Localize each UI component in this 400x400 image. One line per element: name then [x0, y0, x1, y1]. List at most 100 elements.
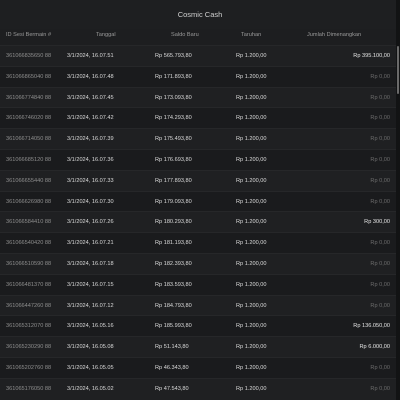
row-id: 361066655440 88: [6, 177, 52, 184]
row-date: 3/1/2024, 16.07.42: [67, 115, 114, 122]
row-balance: Rp 173.093,80: [155, 94, 192, 101]
row-bet: Rp 1.200,00: [236, 385, 267, 392]
row-bet: Rp 1.200,00: [236, 198, 267, 205]
table-row[interactable]: 361066540420 88 3/1/2024, 16.07.21 Rp 181.…: [0, 232, 396, 254]
table-row[interactable]: 361066865040 88 3/1/2024, 16.07.48 Rp 171.…: [0, 65, 396, 88]
row-date: 3/1/2024, 16.07.36: [67, 157, 114, 163]
row-date: 3/1/2024, 16.07.45: [67, 94, 114, 101]
row-date: 3/1/2024, 16.07.21: [67, 240, 114, 247]
row-balance: Rp 171.893,80: [155, 73, 192, 80]
row-date: 3/1/2024, 16.07.18: [67, 261, 114, 267]
table-row[interactable]: 361065202760 88 3/1/2024, 16.05.05 Rp 46.3…: [0, 357, 396, 379]
row-id: 361065312070 88: [6, 323, 52, 330]
row-date: 3/1/2024, 16.07.15: [67, 281, 114, 288]
row-id: 361066714050 88: [6, 136, 52, 143]
row-id: 361066746020 88: [6, 115, 52, 122]
row-balance: Rp 51.143,80: [155, 344, 189, 351]
row-date: 3/1/2024, 16.05.16: [67, 323, 114, 330]
table-row[interactable]: 361066447260 88 3/1/2024, 16.07.12 Rp 184.…: [0, 294, 396, 317]
row-id: 361066865040 88: [6, 73, 52, 80]
row-id: 361066510590 88: [6, 261, 52, 267]
scrollbar-thumb[interactable]: [397, 46, 399, 94]
row-id: 361066540420 88: [6, 240, 52, 247]
row-balance: Rp 565.793,80: [155, 53, 192, 59]
row-win: Rp 0,00: [370, 365, 390, 371]
row-balance: Rp 46.343,80: [155, 365, 189, 371]
row-balance: Rp 47.543,80: [155, 385, 189, 392]
row-balance: Rp 184.793,80: [155, 302, 192, 309]
row-bet: Rp 1.200,00: [236, 281, 267, 288]
row-bet: Rp 1.200,00: [236, 73, 267, 80]
table-row[interactable]: 361066510590 88 3/1/2024, 16.07.18 Rp 182.…: [0, 253, 396, 275]
header-date: Tanggal: [96, 32, 116, 38]
table-row[interactable]: 361065230290 88 3/1/2024, 16.05.08 Rp 51.1…: [0, 336, 396, 358]
row-win: Rp 0,00: [370, 281, 390, 288]
table-row[interactable]: 361066835650 88 3/1/2024, 16.07.51 Rp 565.…: [0, 45, 396, 67]
row-balance: Rp 174.293,80: [155, 115, 192, 122]
row-balance: Rp 175.493,80: [155, 136, 192, 143]
row-id: 361066447260 88: [6, 302, 52, 309]
row-bet: Rp 1.200,00: [236, 115, 267, 122]
row-bet: Rp 1.200,00: [236, 219, 267, 226]
table-row[interactable]: 361066584410 88 3/1/2024, 16.07.26 Rp 180.…: [0, 211, 396, 234]
table-row[interactable]: 361066655440 88 3/1/2024, 16.07.33 Rp 177.…: [0, 169, 396, 192]
row-balance: Rp 182.393,80: [155, 261, 192, 267]
row-win: Rp 0,00: [370, 302, 390, 309]
row-win: Rp 0,00: [370, 115, 390, 122]
table-row[interactable]: 361066714050 88 3/1/2024, 16.07.39 Rp 175.…: [0, 128, 396, 150]
row-id: 361066626980 88: [6, 198, 52, 205]
row-bet: Rp 1.200,00: [236, 177, 267, 184]
row-win: Rp 0,00: [370, 136, 390, 143]
table-row[interactable]: 361066774840 88 3/1/2024, 16.07.45 Rp 173.…: [0, 86, 396, 109]
table-header: ID Sesi Bermain # Tanggal Saldo Baru Tar…: [0, 29, 396, 45]
table-row[interactable]: 361066626980 88 3/1/2024, 16.07.30 Rp 179.…: [0, 190, 396, 213]
table-row[interactable]: 361065176050 88 3/1/2024, 16.05.02 Rp 47.5…: [0, 377, 396, 400]
row-date: 3/1/2024, 16.07.30: [67, 198, 114, 205]
row-bet: Rp 1.200,00: [236, 261, 267, 267]
row-win: Rp 300,00: [364, 219, 390, 226]
row-win: Rp 0,00: [370, 73, 390, 80]
header-bet: Taruhan: [241, 32, 262, 38]
row-win: Rp 0,00: [370, 157, 390, 163]
row-bet: Rp 1.200,00: [236, 240, 267, 247]
table-row[interactable]: 361066481370 88 3/1/2024, 16.07.15 Rp 183.…: [0, 273, 396, 296]
row-date: 3/1/2024, 16.05.02: [67, 385, 114, 392]
row-bet: Rp 1.200,00: [236, 344, 267, 351]
row-win: Rp 0,00: [370, 198, 390, 205]
row-date: 3/1/2024, 16.05.05: [67, 365, 114, 371]
row-balance: Rp 185.993,80: [155, 323, 192, 330]
header-id: ID Sesi Bermain #: [6, 32, 52, 38]
row-id: 361066774840 88: [6, 94, 52, 101]
row-id: 361066835650 88: [6, 53, 52, 59]
table-row[interactable]: 361066746020 88 3/1/2024, 16.07.42 Rp 174.…: [0, 107, 396, 130]
row-balance: Rp 179.093,80: [155, 198, 192, 205]
row-balance: Rp 177.893,80: [155, 177, 192, 184]
history-table-body: 361066835650 88 3/1/2024, 16.07.51 Rp 565.…: [0, 45, 396, 400]
row-date: 3/1/2024, 16.07.33: [67, 177, 114, 184]
row-date: 3/1/2024, 16.05.08: [67, 344, 114, 351]
row-balance: Rp 181.193,80: [155, 240, 192, 247]
row-bet: Rp 1.200,00: [236, 302, 267, 309]
row-win: Rp 136.050,00: [353, 323, 390, 330]
row-id: 361065202760 88: [6, 365, 52, 371]
table-row[interactable]: 361065312070 88 3/1/2024, 16.05.16 Rp 185.…: [0, 315, 396, 338]
row-bet: Rp 1.200,00: [236, 94, 267, 101]
row-balance: Rp 176.693,80: [155, 157, 192, 163]
row-date: 3/1/2024, 16.07.48: [67, 73, 114, 80]
row-win: Rp 0,00: [370, 385, 390, 392]
row-win: Rp 0,00: [370, 261, 390, 267]
row-win: Rp 6.000,00: [359, 344, 390, 351]
row-bet: Rp 1.200,00: [236, 157, 267, 163]
row-id: 361066481370 88: [6, 281, 52, 288]
row-id: 361066584410 88: [6, 219, 52, 226]
row-win: Rp 0,00: [370, 240, 390, 247]
row-id: 361065176050 88: [6, 385, 52, 392]
row-bet: Rp 1.200,00: [236, 53, 267, 59]
row-win: Rp 0,00: [370, 94, 390, 101]
row-bet: Rp 1.200,00: [236, 365, 267, 371]
window-title: Cosmic Cash: [0, 0, 400, 29]
row-bet: Rp 1.200,00: [236, 323, 267, 330]
table-row[interactable]: 361066685120 88 3/1/2024, 16.07.36 Rp 176.…: [0, 149, 396, 171]
row-win: Rp 0,00: [370, 177, 390, 184]
row-win: Rp 395.100,00: [353, 53, 390, 59]
